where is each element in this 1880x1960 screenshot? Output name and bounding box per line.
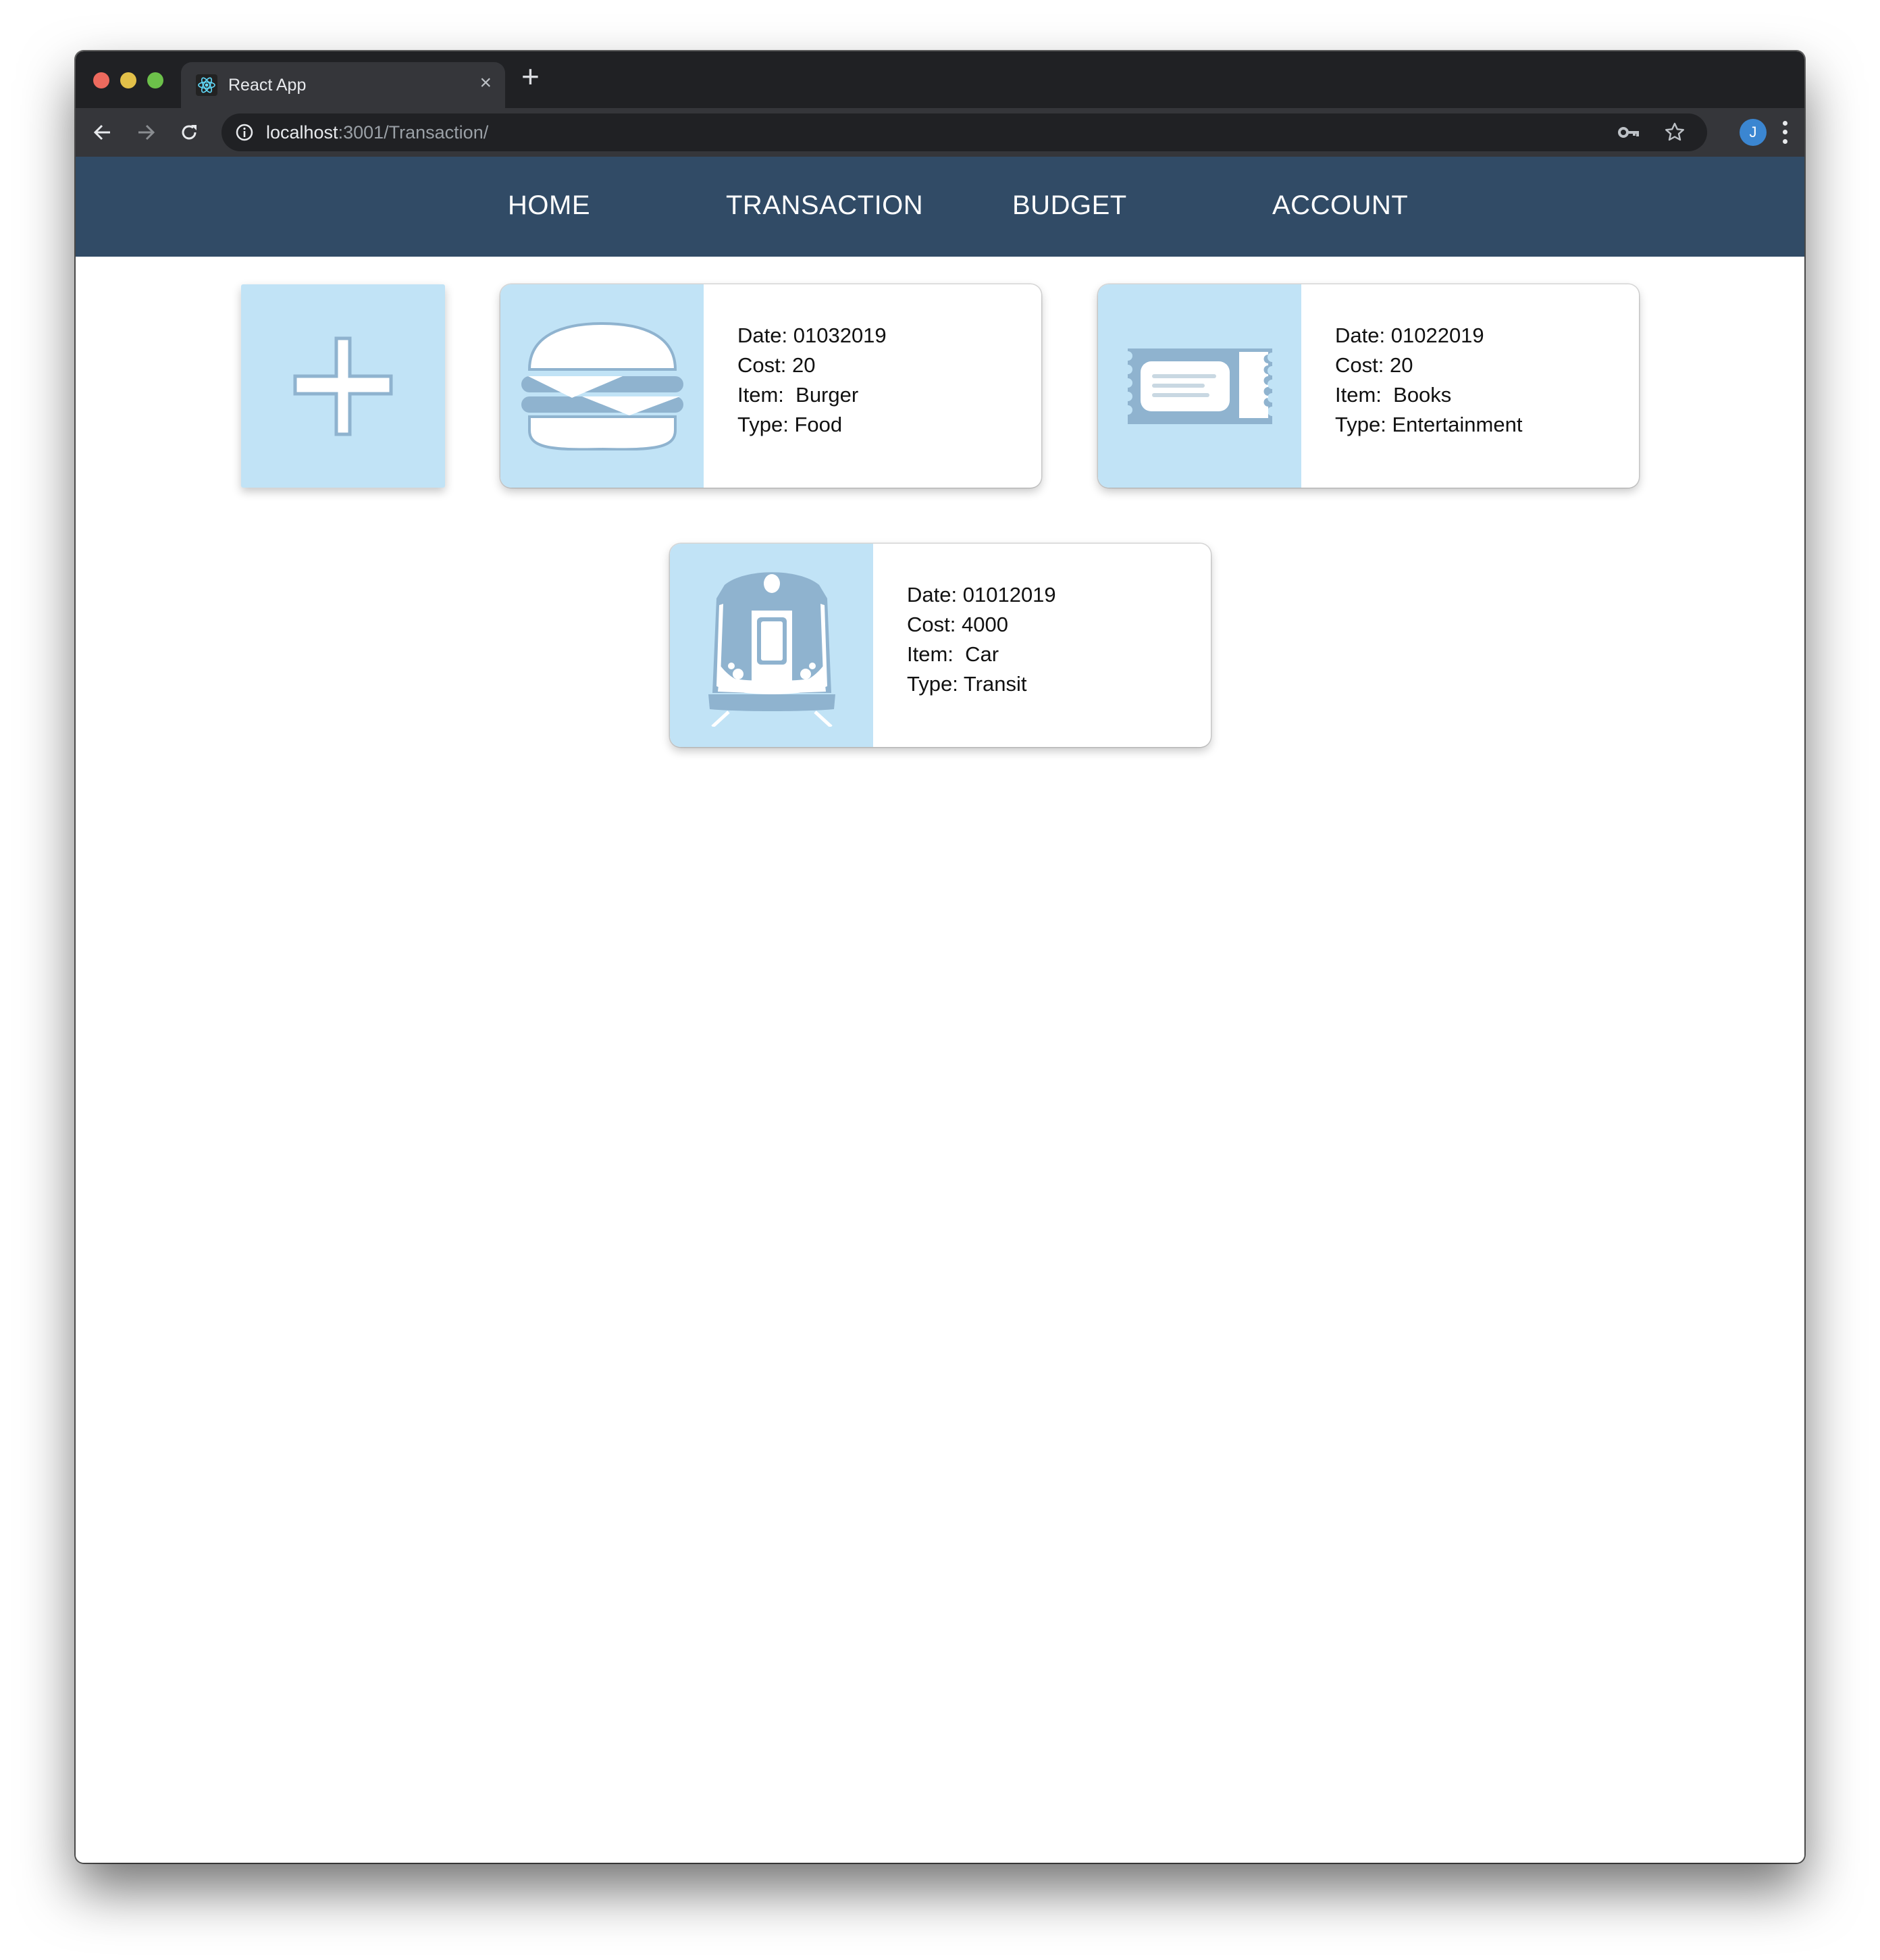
train-icon <box>708 571 835 727</box>
nav-account[interactable]: ACCOUNT <box>1272 190 1408 221</box>
transaction-item: Item: Books <box>1335 383 1452 407</box>
transaction-type: Type: Transit <box>907 672 1027 696</box>
back-button[interactable] <box>88 118 118 147</box>
info-icon[interactable] <box>235 123 254 142</box>
forward-button[interactable] <box>131 118 161 147</box>
arrow-right-icon <box>138 124 155 140</box>
profile-avatar[interactable]: J <box>1740 119 1767 146</box>
reload-button[interactable] <box>174 118 204 147</box>
app-navbar: HOME TRANSACTION BUDGET ACCOUNT <box>76 157 1804 257</box>
transaction-date: Date: 01022019 <box>1335 324 1484 347</box>
url-path: :3001/Transaction/ <box>338 122 489 143</box>
transaction-type: Type: Entertainment <box>1335 413 1523 436</box>
arrow-left-icon <box>93 124 110 140</box>
tab-strip: React App × + <box>76 51 1804 108</box>
star-icon[interactable] <box>1664 122 1686 143</box>
transaction-cost: Cost: 4000 <box>907 613 1008 636</box>
transaction-item: Item: Car <box>907 642 999 666</box>
transaction-date: Date: 01032019 <box>737 324 887 347</box>
url-host: localhost <box>266 122 338 143</box>
transaction-details: Date: 01012019 Cost: 4000 Item: Car Type… <box>907 580 1056 699</box>
key-icon[interactable] <box>1618 123 1640 142</box>
minimize-window-button[interactable] <box>120 72 136 88</box>
burger-icon <box>521 321 683 450</box>
transaction-item: Item: Burger <box>737 383 859 407</box>
reload-icon <box>182 125 197 140</box>
transaction-icon-panel <box>670 544 873 747</box>
maximize-window-button[interactable] <box>147 72 163 88</box>
transaction-date: Date: 01012019 <box>907 583 1056 607</box>
close-tab-icon[interactable]: × <box>479 72 492 95</box>
transaction-type: Type: Food <box>737 413 843 436</box>
transaction-details: Date: 01032019 Cost: 20 Item: Burger Typ… <box>737 321 887 440</box>
react-logo-icon <box>196 74 217 96</box>
close-window-button[interactable] <box>93 72 109 88</box>
nav-home[interactable]: HOME <box>508 190 590 221</box>
transaction-icon-panel <box>1098 284 1301 488</box>
browser-window: React App × + localhost:3001/Transaction… <box>76 51 1804 1863</box>
plus-icon <box>293 336 393 436</box>
new-tab-button[interactable]: + <box>521 58 540 95</box>
ticket-icon <box>1127 348 1272 424</box>
browser-menu-icon[interactable] <box>1775 119 1795 146</box>
browser-tab[interactable]: React App × <box>181 62 505 108</box>
transaction-icon-panel <box>500 284 704 488</box>
transaction-cost: Cost: 20 <box>1335 353 1413 377</box>
address-bar[interactable]: localhost:3001/Transaction/ <box>221 113 1707 151</box>
browser-toolbar: localhost:3001/Transaction/ J <box>76 108 1804 157</box>
transaction-card[interactable]: Date: 01032019 Cost: 20 Item: Burger Typ… <box>500 284 1041 488</box>
transactions-grid: Date: 01032019 Cost: 20 Item: Burger Typ… <box>76 257 1804 1863</box>
transaction-details: Date: 01022019 Cost: 20 Item: Books Type… <box>1335 321 1522 440</box>
nav-budget[interactable]: BUDGET <box>1012 190 1127 221</box>
nav-transaction[interactable]: TRANSACTION <box>726 190 923 221</box>
transaction-card[interactable]: Date: 01022019 Cost: 20 Item: Books Type… <box>1098 284 1639 488</box>
transaction-card[interactable]: Date: 01012019 Cost: 4000 Item: Car Type… <box>670 544 1211 747</box>
transaction-cost: Cost: 20 <box>737 353 816 377</box>
tab-title: React App <box>228 76 307 95</box>
url-text[interactable]: localhost:3001/Transaction/ <box>266 122 488 143</box>
add-transaction-button[interactable] <box>241 284 445 488</box>
